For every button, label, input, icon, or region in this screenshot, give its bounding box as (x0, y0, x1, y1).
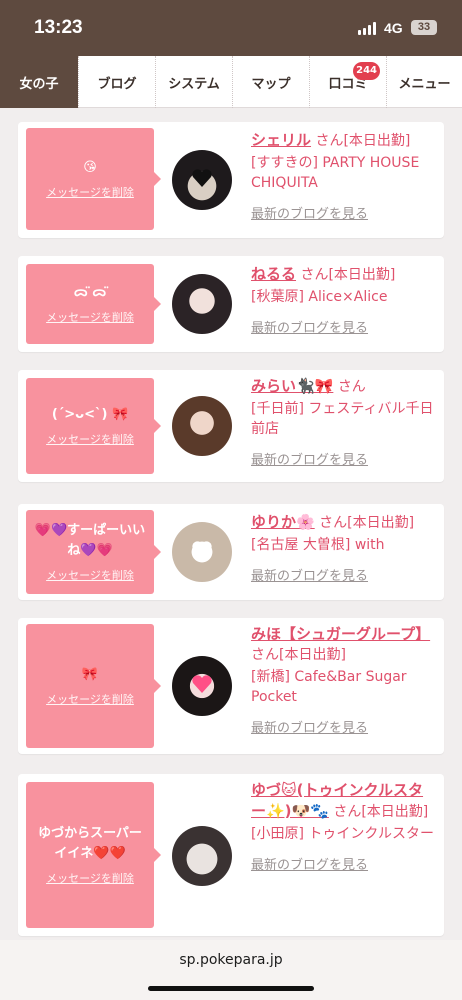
list-item: 😘 メッセージを削除 シェリル さん[本日出勤] [すすきの] PARTY HO… (18, 122, 444, 238)
list-item: 💗💜すーぱーいいね💜💗 メッセージを削除 ゆりか🌸 さん[本日出勤] [名古屋 … (18, 504, 444, 600)
list-item: (ˊ>ᴗ<ˋ) 🎀 メッセージを削除 みらい🐈‍⬛🎀 さん [千日前] フェステ… (18, 370, 444, 482)
delete-message-link[interactable]: メッセージを削除 (46, 431, 134, 447)
latest-blog-link[interactable]: 最新のブログを見る (251, 717, 368, 736)
girl-info: ゆづ🐱(トゥインクルスター✨)🐶🐾 さん[本日出勤] [小田原] トゥインクルス… (251, 780, 437, 873)
attendance-status: さん[本日出勤] (315, 133, 411, 149)
heart-icon (192, 169, 212, 187)
latest-blog-link[interactable]: 最新のブログを見る (251, 203, 368, 222)
heart-icon (192, 541, 212, 559)
girl-info: ねるる さん[本日出勤] [秋葉原] Alice×Alice 最新のブログを見る (251, 264, 437, 336)
girl-name-link[interactable]: みほ【シュガーグループ】 (251, 625, 430, 643)
attendance-status: さん (337, 379, 366, 395)
delete-message-link[interactable]: メッセージを削除 (46, 567, 134, 583)
message-text: 😘 (83, 160, 97, 175)
avatar[interactable] (172, 522, 232, 582)
attendance-status: さん[本日出勤] (251, 647, 346, 663)
girl-name-link[interactable]: ゆりか🌸 (251, 513, 315, 531)
shop-name: [名古屋 大曽根] with (251, 537, 385, 553)
avatar[interactable] (172, 396, 232, 456)
girl-name-link[interactable]: シェリル (251, 131, 311, 149)
girl-info: ゆりか🌸 さん[本日出勤] [名古屋 大曽根] with 最新のブログを見る (251, 512, 437, 584)
tab-system[interactable]: システム (155, 56, 232, 108)
avatar[interactable] (172, 150, 232, 210)
list-item: ゆづからスーパーイイネ❤️❤️ メッセージを削除 ゆづ🐱(トゥインクルスター✨)… (18, 774, 444, 936)
tab-label: ブログ (97, 76, 137, 92)
attendance-status: さん[本日出勤] (333, 804, 429, 820)
tab-label: 女の子 (19, 76, 59, 92)
message-text: ゆづからスーパーイイネ❤️❤️ (38, 826, 142, 861)
message-bubble: 💗💜すーぱーいいね💜💗 メッセージを削除 (26, 510, 161, 594)
heart-icon (192, 675, 212, 693)
delete-message-link[interactable]: メッセージを削除 (46, 870, 134, 886)
tab-map[interactable]: マップ (232, 56, 309, 108)
network-type: 4G (384, 20, 403, 36)
message-text: (ˊ>ᴗ<ˋ) 🎀 (51, 407, 129, 422)
latest-blog-link[interactable]: 最新のブログを見る (251, 317, 368, 336)
delete-message-link[interactable]: メッセージを削除 (46, 184, 134, 200)
tab-label: メニュー (398, 76, 451, 92)
browser-url-bar[interactable]: sp.pokepara.jp (0, 940, 462, 1000)
delete-message-link[interactable]: メッセージを削除 (46, 691, 134, 707)
tab-menu[interactable]: メニュー (386, 56, 462, 108)
list-item: 🎀 メッセージを削除 みほ【シュガーグループ】 さん[本日出勤] [新橋] Ca… (18, 618, 444, 754)
attendance-status: さん[本日出勤] (319, 515, 415, 531)
latest-blog-link[interactable]: 最新のブログを見る (251, 854, 368, 873)
message-bubble: 🎀 メッセージを削除 (26, 624, 161, 748)
avatar[interactable] (172, 656, 232, 716)
list-item: ᯅ̈ ᯅ̈ メッセージを削除 ねるる さん[本日出勤] [秋葉原] Alice×… (18, 256, 444, 352)
tab-bar: 女の子 ブログ システム マップ 口コミ 244 メニュー (0, 56, 462, 108)
tab-reviews[interactable]: 口コミ 244 (309, 56, 386, 108)
message-bubble: (ˊ>ᴗ<ˋ) 🎀 メッセージを削除 (26, 378, 161, 474)
clock: 13:23 (34, 17, 83, 38)
tab-girls[interactable]: 女の子 (0, 56, 78, 108)
avatar[interactable] (172, 274, 232, 334)
girl-name-link[interactable]: みらい🐈‍⬛🎀 (251, 377, 333, 395)
delete-message-link[interactable]: メッセージを削除 (46, 309, 134, 325)
tab-label: システム (168, 76, 220, 92)
shop-name: [千日前] フェスティバル千日前店 (251, 401, 434, 437)
message-text: 💗💜すーぱーいいね💜💗 (34, 523, 146, 558)
shop-name: [小田原] トゥインクルスター (251, 826, 434, 842)
shop-name: [すすきの] PARTY HOUSE CHIQUITA (251, 155, 420, 191)
tab-label: マップ (251, 76, 291, 92)
shop-name: [新橋] Cafe&Bar Sugar Pocket (251, 669, 407, 705)
latest-blog-link[interactable]: 最新のブログを見る (251, 565, 368, 584)
message-bubble: 😘 メッセージを削除 (26, 128, 161, 230)
girl-name-link[interactable]: ねるる (251, 265, 296, 283)
shop-name: [秋葉原] Alice×Alice (251, 289, 388, 305)
message-text: 🎀 (81, 667, 99, 682)
home-indicator[interactable] (148, 986, 314, 991)
review-count-badge: 244 (353, 62, 380, 80)
url-text: sp.pokepara.jp (179, 952, 283, 968)
message-text: ᯅ̈ ᯅ̈ (73, 285, 107, 300)
signal-icon (358, 22, 378, 35)
latest-blog-link[interactable]: 最新のブログを見る (251, 449, 368, 468)
attendance-status: さん[本日出勤] (300, 267, 396, 283)
message-bubble: ゆづからスーパーイイネ❤️❤️ メッセージを削除 (26, 782, 161, 928)
status-bar: 13:23 4G 33 (0, 0, 462, 56)
girl-info: シェリル さん[本日出勤] [すすきの] PARTY HOUSE CHIQUIT… (251, 130, 437, 222)
girl-info: みほ【シュガーグループ】 さん[本日出勤] [新橋] Cafe&Bar Suga… (251, 624, 437, 736)
message-bubble: ᯅ̈ ᯅ̈ メッセージを削除 (26, 264, 161, 344)
battery-icon: 33 (411, 20, 437, 35)
tab-blog[interactable]: ブログ (78, 56, 155, 108)
avatar[interactable] (172, 826, 232, 886)
girl-info: みらい🐈‍⬛🎀 さん [千日前] フェスティバル千日前店 最新のブログを見る (251, 376, 437, 468)
